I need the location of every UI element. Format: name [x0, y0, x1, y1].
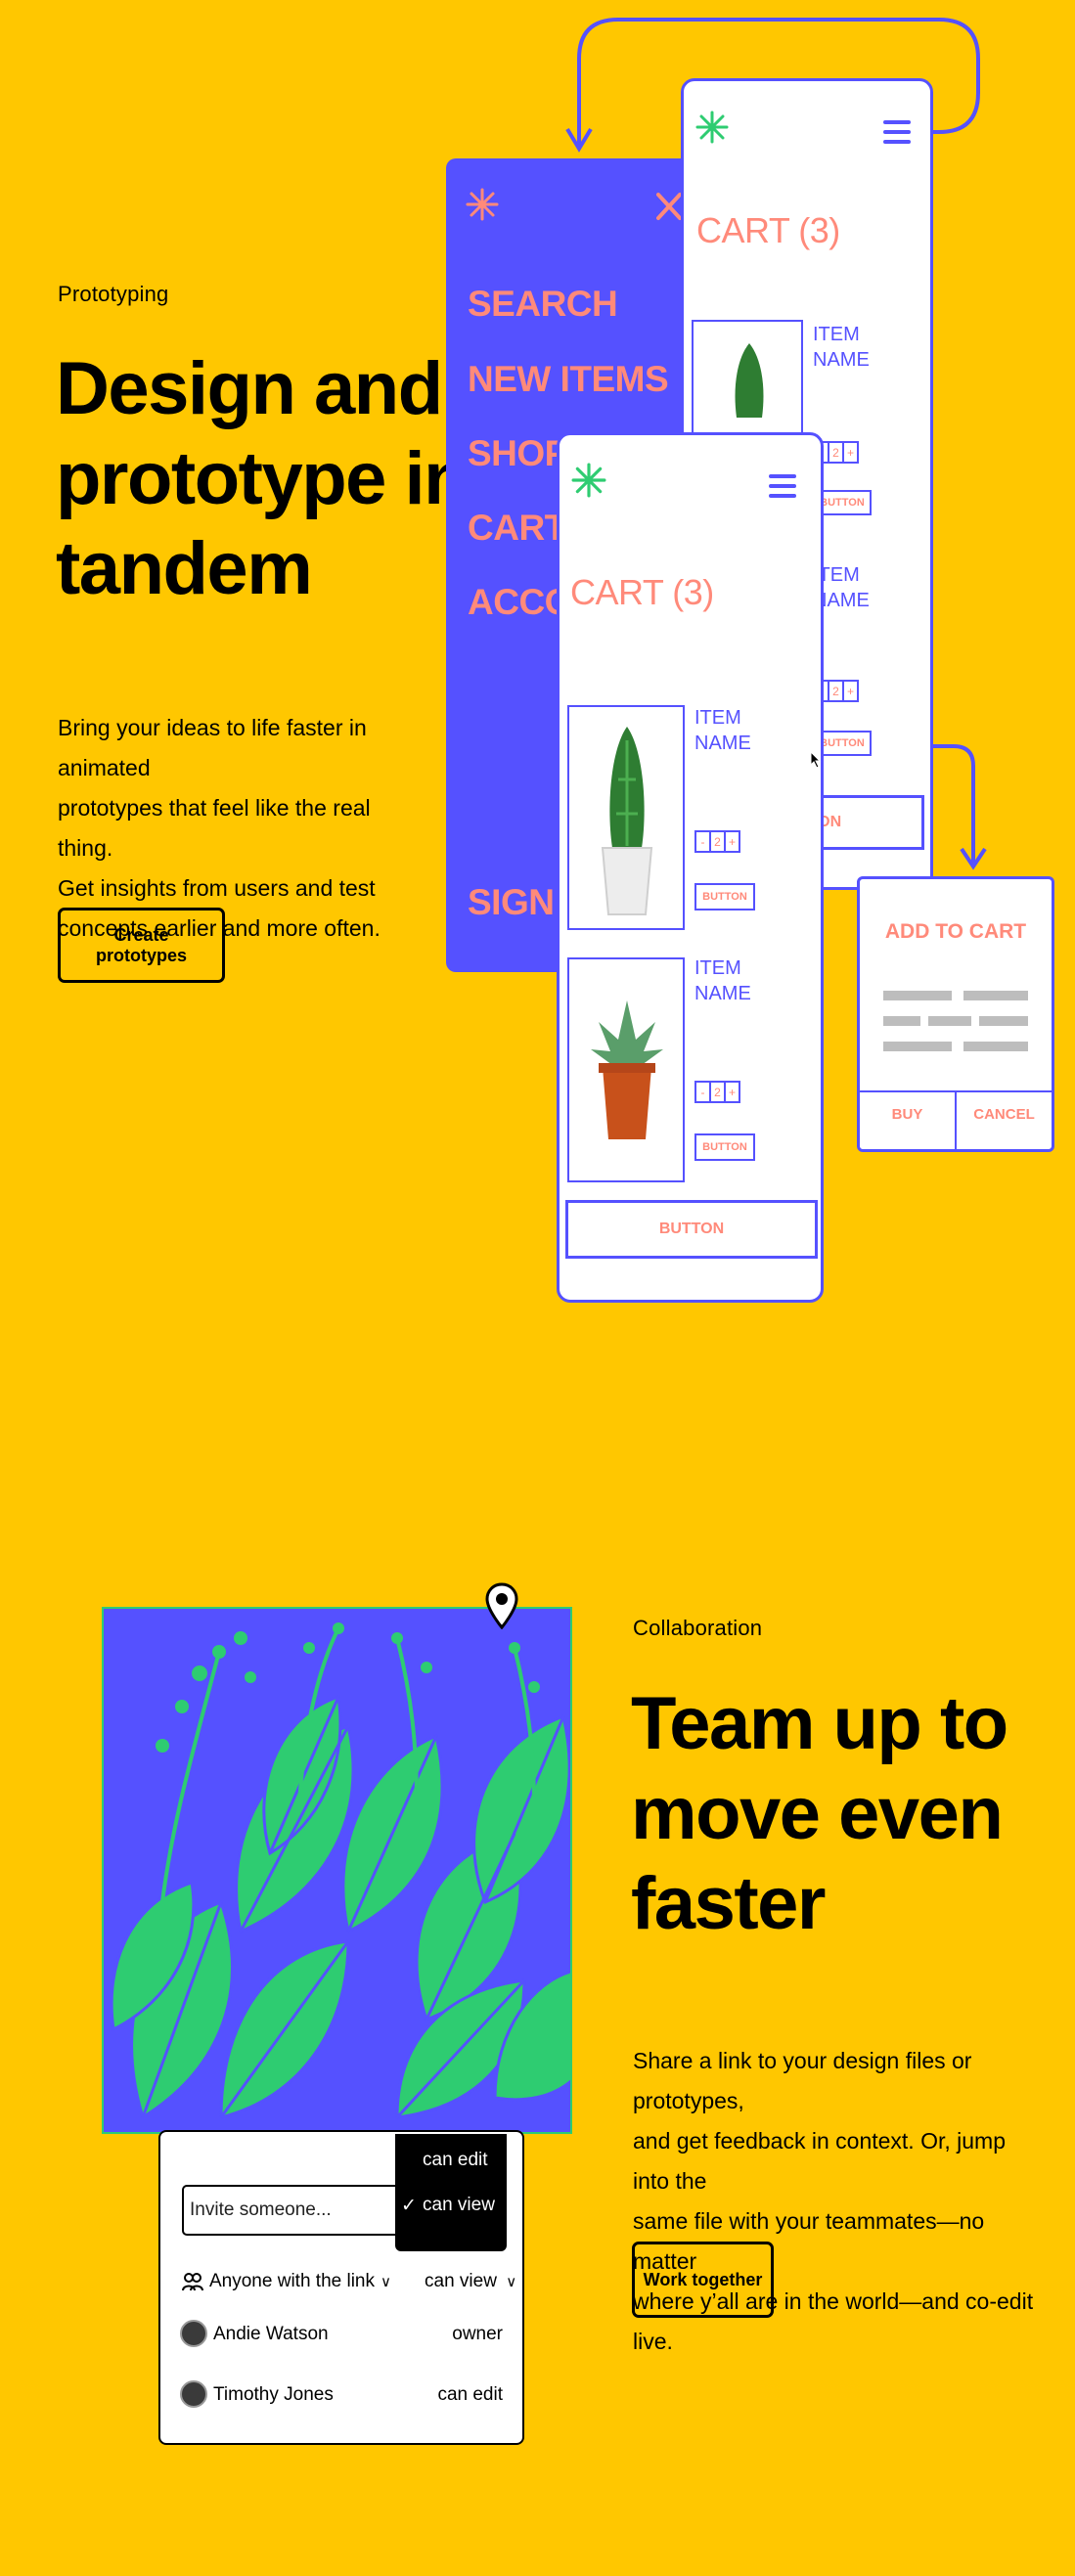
link-permission-value: can view [425, 2271, 497, 2291]
link-permission-select[interactable]: can view ∨ [425, 2271, 516, 2292]
collaboration-eyebrow: Collaboration [633, 1616, 763, 1640]
item-name-line: ITEM [813, 564, 860, 586]
placeholder-line [963, 991, 1028, 1000]
mock-cart-screen-front: CART (3) ITEM NAME - 2 + BUTTON ITEM NAM… [557, 432, 824, 1303]
description-line: and get feedback in context. Or, jump in… [633, 2128, 1007, 2194]
menu-item-search[interactable]: SEARCH [468, 284, 618, 325]
collaboration-headline: Team up to move even faster [631, 1679, 1008, 1949]
headline-line: move even [631, 1772, 1004, 1855]
cancel-button[interactable]: CANCEL [957, 1106, 1052, 1123]
item-name: ITEM NAME [813, 562, 891, 613]
cart-title: CART (3) [570, 572, 714, 612]
item-name: ITEM NAME [694, 955, 773, 1006]
headline-line: Team up to [631, 1682, 1008, 1765]
plus-button[interactable]: + [724, 830, 740, 853]
quantity-stepper[interactable]: - 2 + [694, 1081, 740, 1103]
item-name-line: NAME [694, 733, 751, 754]
invite-input-box[interactable]: Invite someone... [182, 2185, 409, 2236]
cart-title: CART (3) [696, 210, 840, 250]
asterisk-logo-icon [466, 188, 499, 221]
plus-button[interactable]: + [842, 680, 859, 702]
asterisk-logo-icon [571, 463, 606, 498]
dropdown-option-can-view[interactable]: can view [423, 2195, 495, 2216]
leaf-illustration [110, 1622, 570, 2120]
people-icon [182, 2273, 203, 2291]
person-role[interactable]: owner [452, 2324, 503, 2345]
placeholder-line [883, 1016, 920, 1026]
work-together-button[interactable]: Work together [632, 2242, 774, 2318]
description-line: Share a link to your design files or pro… [633, 2048, 972, 2113]
close-icon[interactable] [655, 192, 683, 221]
succulent-in-terracotta-pot-icon [591, 1000, 663, 1139]
hamburger-menu-icon[interactable] [883, 120, 911, 150]
item-name-line: NAME [813, 349, 870, 371]
buy-button[interactable]: BUY [860, 1106, 955, 1123]
item-name-line: ITEM [813, 324, 860, 345]
item-button[interactable]: BUTTON [694, 1133, 755, 1161]
item-name: ITEM NAME [813, 322, 891, 373]
person-role[interactable]: can edit [437, 2384, 503, 2406]
link-sharing-label: Anyone with the link [209, 2271, 375, 2291]
main-button[interactable]: BUTTON [565, 1200, 818, 1259]
placeholder-line [883, 1042, 952, 1051]
permission-dropdown: can edit ✓ can view [395, 2134, 507, 2251]
product-image [567, 705, 685, 930]
link-sharing-row[interactable]: Anyone with the link ∨ [182, 2271, 391, 2292]
menu-item-new-items[interactable]: NEW ITEMS [468, 359, 669, 400]
plus-button[interactable]: + [842, 441, 859, 464]
avatar [180, 2320, 207, 2347]
asterisk-logo-icon [695, 111, 729, 144]
product-image [692, 320, 803, 435]
plus-button[interactable]: + [724, 1081, 740, 1103]
person-name: Timothy Jones [213, 2384, 334, 2405]
product-image [567, 957, 685, 1182]
hamburger-menu-icon[interactable] [769, 474, 796, 504]
item-button[interactable]: BUTTON [694, 883, 755, 910]
cactus-plant-icon [735, 343, 764, 418]
item-name-line: NAME [813, 590, 870, 611]
invite-input[interactable]: Invite someone... [190, 2199, 332, 2221]
dropdown-option-can-edit[interactable]: can edit [423, 2150, 488, 2171]
item-name-line: ITEM [694, 707, 741, 729]
location-pin-icon [485, 1582, 518, 1629]
add-to-cart-dialog: ADD TO CART BUY CANCEL [857, 876, 1054, 1152]
cactus-in-white-pot-icon [601, 727, 653, 915]
placeholder-line [883, 991, 952, 1000]
dialog-title: ADD TO CART [884, 920, 1027, 943]
placeholder-line [928, 1016, 971, 1026]
item-name-line: NAME [694, 983, 751, 1004]
item-name-line: ITEM [694, 957, 741, 979]
person-name: Andie Watson [213, 2324, 329, 2344]
chevron-down-icon[interactable]: ∨ [506, 2274, 516, 2290]
placeholder-line [979, 1016, 1028, 1026]
item-name: ITEM NAME [694, 705, 773, 756]
placeholder-line [963, 1042, 1028, 1051]
mouse-cursor-icon [810, 751, 822, 769]
check-icon: ✓ [401, 2196, 417, 2216]
quantity-stepper[interactable]: - 2 + [694, 830, 740, 853]
headline-line: faster [631, 1862, 826, 1945]
leaf-artwork-canvas [102, 1607, 572, 2134]
chevron-down-icon[interactable]: ∨ [381, 2273, 391, 2290]
menu-item-shop[interactable]: SHOP [468, 433, 568, 474]
avatar [180, 2380, 207, 2408]
